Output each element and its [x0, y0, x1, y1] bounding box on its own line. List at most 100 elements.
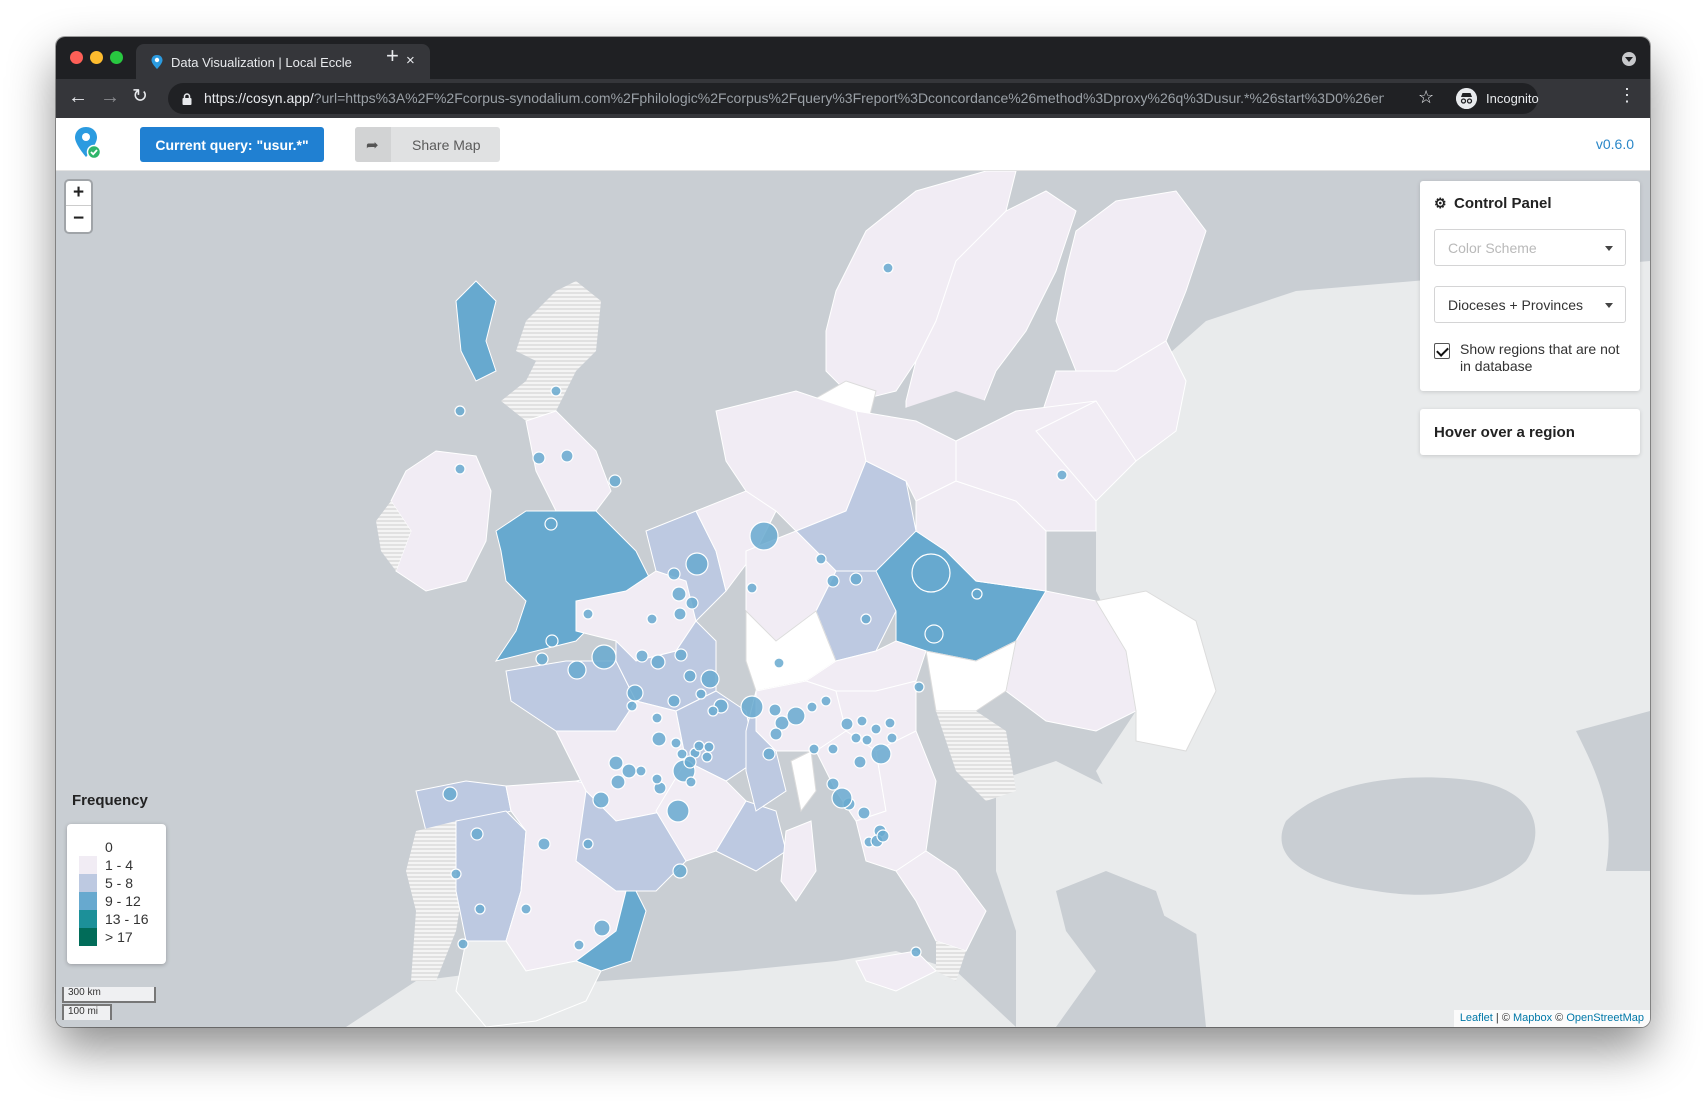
incognito-indicator[interactable]: Incognito: [1456, 83, 1539, 114]
marker: [651, 712, 663, 724]
marker: [831, 787, 853, 809]
control-panel-title-text: Control Panel: [1454, 195, 1552, 212]
legend-label: 0: [105, 839, 113, 855]
show-regions-checkbox[interactable]: [1434, 343, 1450, 359]
kebab-menu-icon[interactable]: ⋮: [1618, 85, 1636, 105]
marker: [700, 669, 720, 689]
star-icon[interactable]: ☆: [1418, 87, 1434, 108]
region-adriatic-hatch: [936, 711, 1016, 801]
marker: [769, 727, 783, 741]
incognito-icon: [1456, 88, 1477, 109]
marker: [827, 743, 839, 755]
marker: [683, 669, 697, 683]
reload-icon[interactable]: ↻: [132, 85, 148, 109]
marker: [856, 715, 868, 727]
marker: [1056, 469, 1068, 481]
chevron-down-icon: [1605, 303, 1613, 308]
color-scheme-dropdown[interactable]: Color Scheme: [1434, 229, 1626, 266]
mapbox-link[interactable]: Mapbox: [1513, 1012, 1552, 1024]
marker: [454, 463, 466, 475]
marker: [626, 684, 644, 702]
legend-label: 9 - 12: [105, 893, 141, 909]
marker: [685, 776, 697, 788]
control-panel-title: ⚙ Control Panel: [1434, 195, 1552, 212]
gear-icon: ⚙: [1434, 195, 1447, 211]
marker: [768, 703, 782, 717]
marker: [857, 806, 871, 820]
marker: [608, 755, 624, 771]
map-view[interactable]: + − ⚙ Control Panel Color Scheme Diocese…: [56, 171, 1650, 1027]
forward-arrow-icon[interactable]: →: [100, 85, 120, 109]
marker: [826, 777, 840, 791]
hover-info-panel: Hover over a region: [1420, 409, 1640, 455]
back-arrow-icon[interactable]: ←: [68, 85, 88, 109]
marker: [882, 262, 894, 274]
lock-icon: [182, 93, 192, 105]
version-link[interactable]: v0.6.0: [1596, 136, 1634, 152]
marker: [567, 660, 587, 680]
marker: [850, 732, 862, 744]
legend-title: Frequency: [72, 792, 148, 809]
marker: [450, 868, 462, 880]
marker: [454, 405, 466, 417]
tab-close-icon[interactable]: ×: [406, 52, 415, 69]
marker: [911, 553, 951, 593]
marker: [635, 649, 649, 663]
marker: [683, 755, 697, 769]
share-map-button[interactable]: ➦ Share Map: [355, 127, 500, 162]
close-window-button[interactable]: [70, 51, 83, 64]
marker: [667, 694, 681, 708]
openstreetmap-link[interactable]: OpenStreetMap: [1566, 1012, 1644, 1024]
share-map-label: Share Map: [412, 137, 481, 153]
marker: [849, 572, 863, 586]
marker: [671, 586, 687, 602]
browser-window: Data Visualization | Local Eccle × + ← →…: [56, 37, 1650, 1027]
marker: [913, 681, 925, 693]
attribution-sep: | ©: [1492, 1012, 1513, 1024]
region-ireland: [390, 450, 492, 592]
marker: [532, 451, 546, 465]
scale-bar-mi: 100 mi: [62, 1004, 112, 1020]
marker: [457, 938, 469, 950]
hover-info-text: Hover over a region: [1434, 424, 1575, 441]
marker: [695, 688, 707, 700]
minimize-window-button[interactable]: [90, 51, 103, 64]
marker: [884, 717, 896, 729]
marker: [670, 737, 682, 749]
marker: [786, 706, 806, 726]
marker: [651, 773, 663, 785]
address-bar[interactable]: https://cosyn.app/?url=https%3A%2F%2Fcor…: [168, 83, 1539, 114]
marker: [701, 751, 713, 763]
marker: [703, 741, 715, 753]
marker: [749, 521, 779, 551]
new-tab-button[interactable]: +: [386, 45, 399, 67]
region-scotland-north: [501, 281, 601, 421]
marker: [740, 695, 764, 719]
show-regions-label[interactable]: Show regions that are not in database: [1460, 341, 1632, 375]
marker: [442, 786, 458, 802]
zoom-out-button[interactable]: −: [66, 207, 91, 232]
marker: [861, 734, 873, 746]
marker: [910, 946, 922, 958]
zoom-in-button[interactable]: +: [66, 181, 91, 206]
leaflet-link[interactable]: Leaflet: [1460, 1012, 1493, 1024]
marker: [626, 700, 638, 712]
frequency-legend: 0 1 - 4 5 - 8 9 - 12 13 - 16 > 17: [67, 824, 166, 964]
marker: [808, 743, 820, 755]
marker: [573, 939, 585, 951]
marker: [826, 574, 840, 588]
region-type-dropdown[interactable]: Dioceses + Provinces: [1434, 286, 1626, 323]
legend-swatch: [79, 874, 97, 892]
current-query-button[interactable]: Current query: "usur.*": [140, 127, 324, 162]
maximize-window-button[interactable]: [110, 51, 123, 64]
region-south-italy: [895, 850, 987, 952]
region-type-value: Dioceses + Provinces: [1448, 297, 1584, 313]
legend-swatch: [79, 892, 97, 910]
map-base-layer[interactable]: [56, 171, 1650, 1027]
marker: [860, 613, 872, 625]
tab-search-icon[interactable]: [1622, 52, 1636, 66]
region-sardinia: [780, 820, 817, 902]
marker: [591, 644, 617, 670]
region-corsica: [790, 750, 817, 813]
map-pin-logo-icon[interactable]: [73, 126, 103, 164]
